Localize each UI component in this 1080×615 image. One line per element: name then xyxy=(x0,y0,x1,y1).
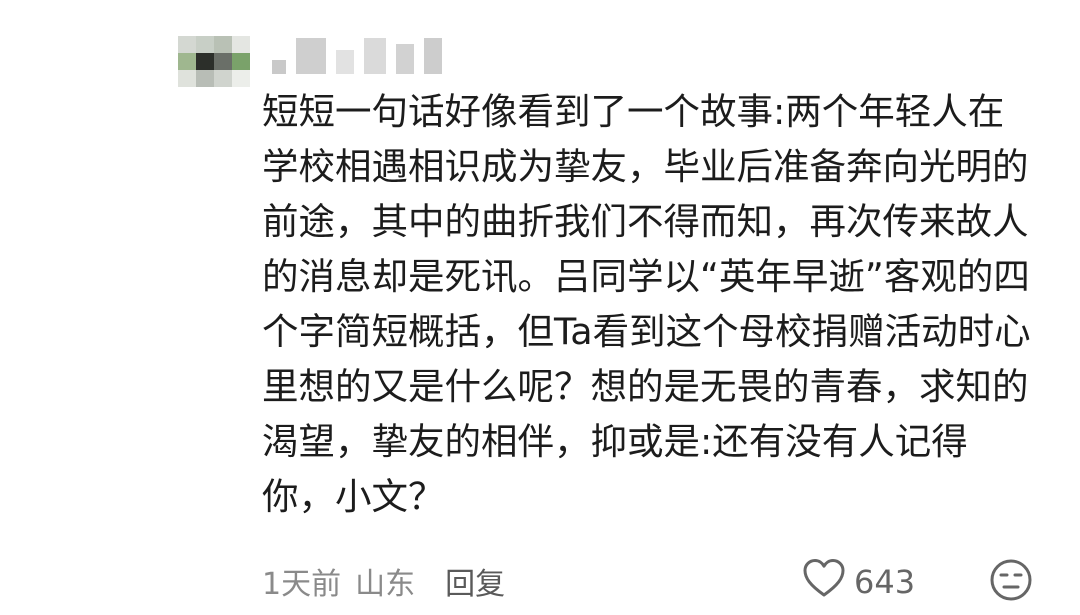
username-blurred[interactable] xyxy=(272,34,452,74)
comment-location: 山东 xyxy=(355,567,416,602)
like-count: 643 xyxy=(854,563,916,601)
avatar-blurred[interactable] xyxy=(178,36,250,88)
neutral-face-icon xyxy=(989,559,1033,610)
reaction-button[interactable] xyxy=(989,558,1033,610)
heart-outline-icon xyxy=(802,558,846,606)
comment-time: 1天前 xyxy=(262,567,342,602)
reply-button[interactable]: 回复 xyxy=(445,559,505,603)
like-button[interactable]: 643 xyxy=(802,558,915,606)
comment-text: 短短一句话好像看到了一个故事:两个年轻人在学校相遇相识成为挚友，毕业后准备奔向光… xyxy=(262,90,1031,518)
comment-footer: 1天前 山东 回复 643 xyxy=(262,556,1042,606)
